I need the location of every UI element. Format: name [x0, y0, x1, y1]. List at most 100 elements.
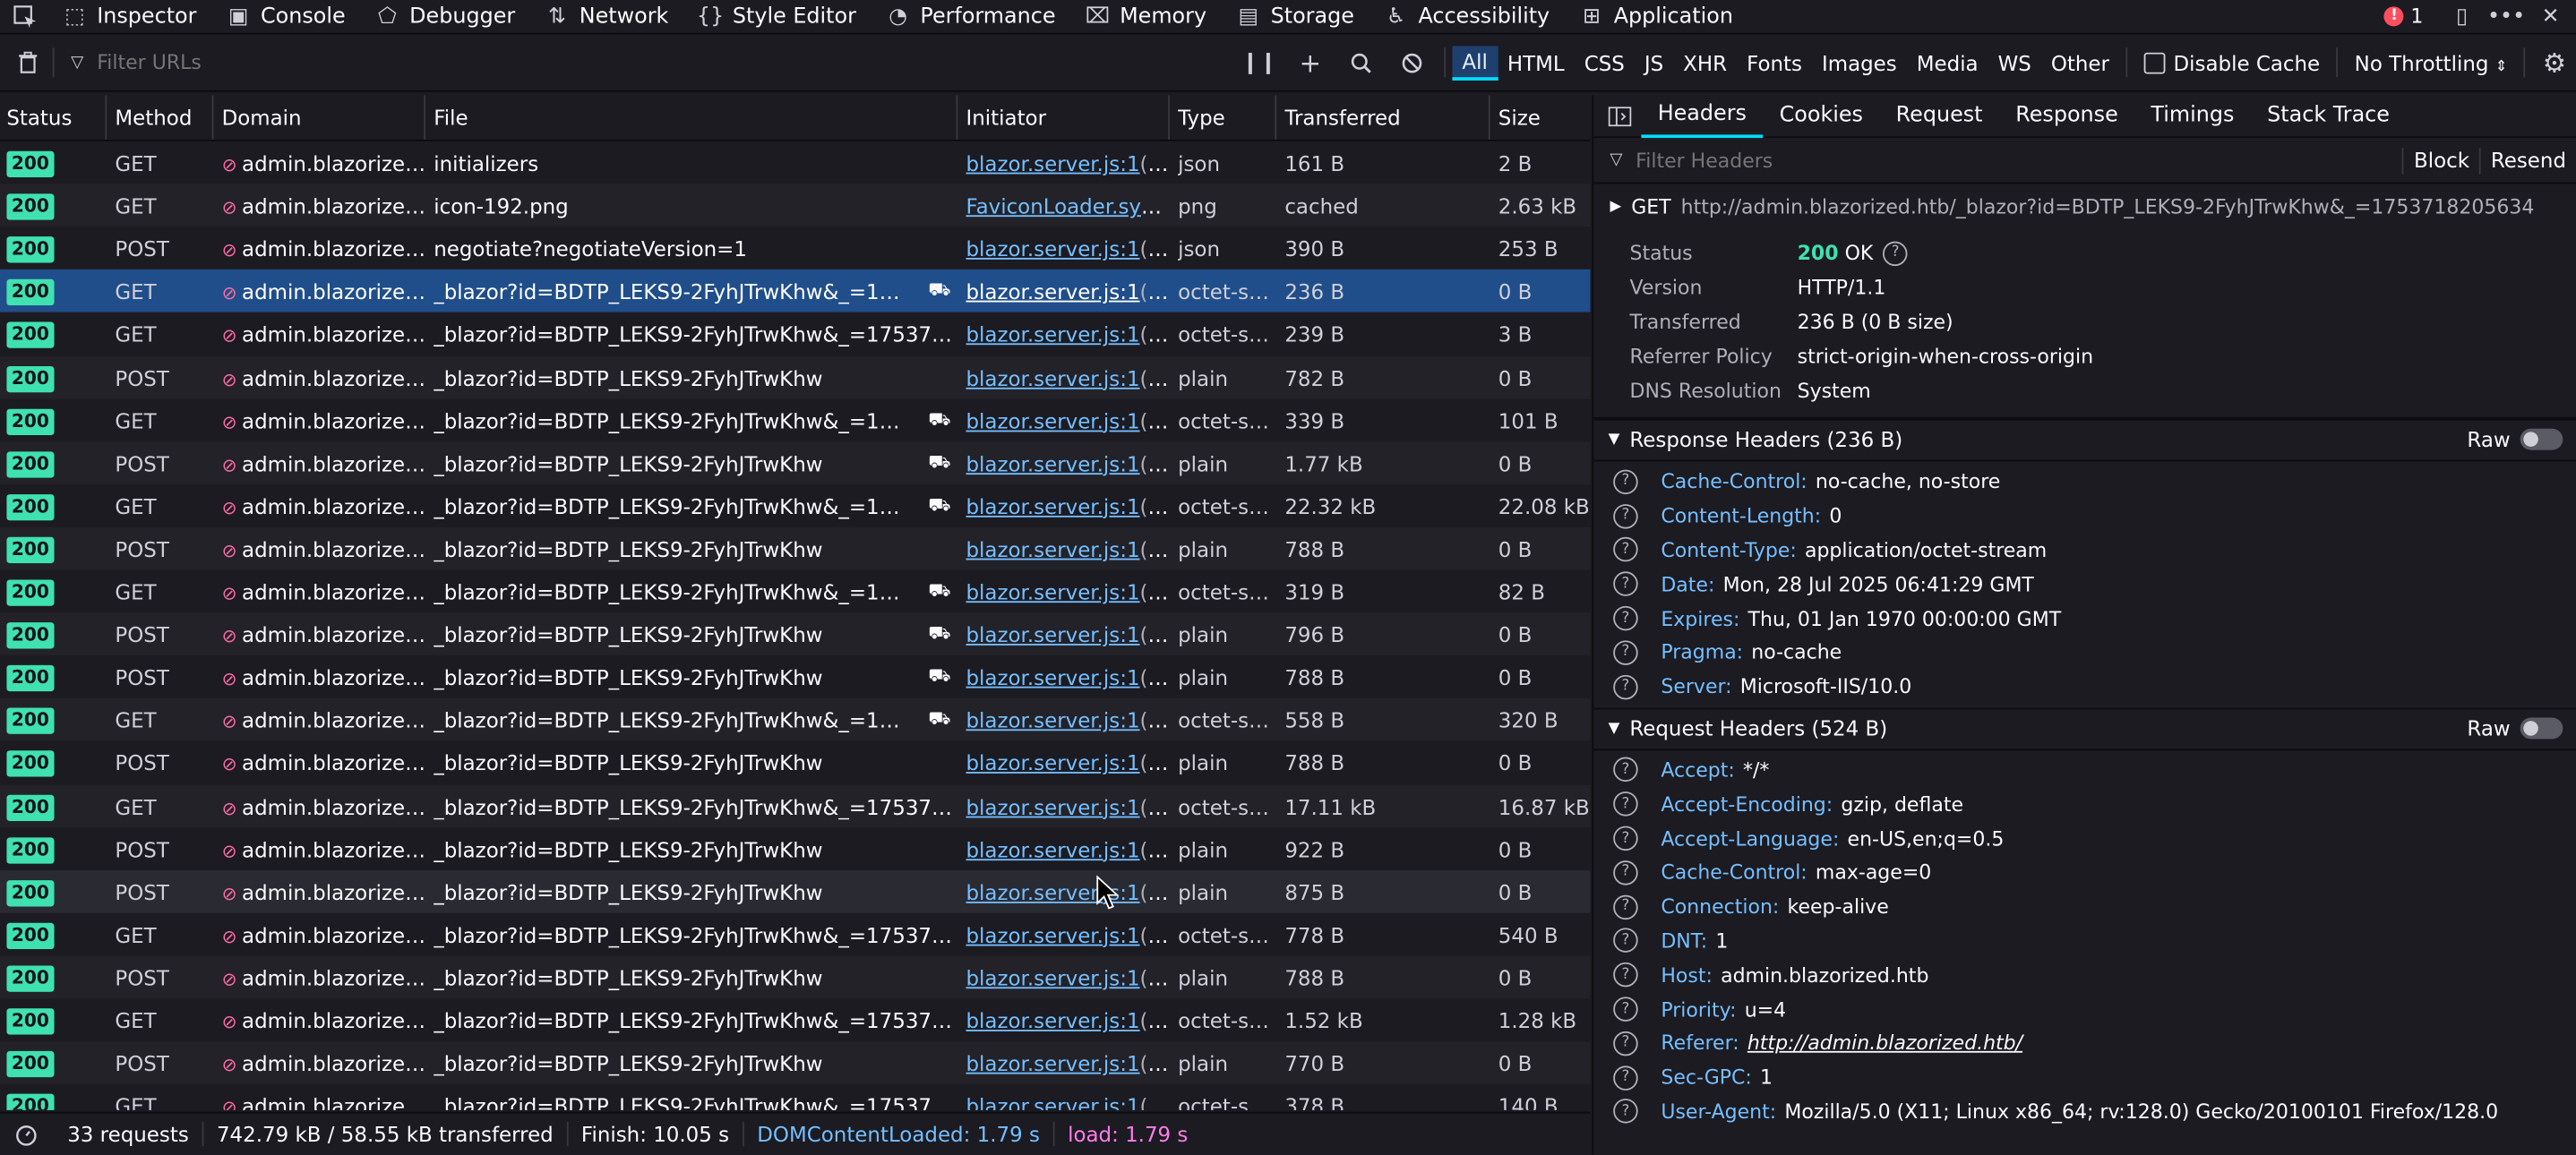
header-row[interactable]: ? Referer: http://admin.blazorized.htb/ [1613, 1026, 2576, 1060]
table-row[interactable]: 200 POST ⊘ admin.blazorize… _blazor?id=BDTP_… [0, 869, 1591, 913]
type-filter-media[interactable]: Media [1907, 47, 1988, 78]
tab-performance[interactable]: ◔ Performance [871, 0, 1070, 36]
detail-tab-request[interactable]: Request [1879, 95, 1999, 136]
header-row[interactable]: ? DNT: 1 [1613, 924, 2576, 958]
initiator-link[interactable]: blazor.server.js:1 [966, 236, 1140, 261]
add-request-icon[interactable]: + [1298, 47, 1323, 78]
tab-accessibility[interactable]: ♿ Accessibility [1369, 0, 1564, 36]
collapse-arrow-icon[interactable]: ▼ [1609, 432, 1620, 448]
initiator-link[interactable]: blazor.server.js:1 [966, 537, 1140, 562]
initiator-link[interactable]: blazor.server.js:1 [966, 837, 1140, 862]
header-row[interactable]: ? Accept: */* [1613, 753, 2576, 787]
type-filter-all[interactable]: All [1452, 45, 1498, 80]
expand-arrow-icon[interactable]: ▶ [1610, 199, 1622, 215]
type-filter-css[interactable]: CSS [1575, 47, 1635, 78]
tab-memory[interactable]: ⌧ Memory [1070, 0, 1222, 36]
filter-urls-input[interactable] [93, 49, 1234, 76]
search-icon[interactable] [1349, 50, 1374, 75]
table-row[interactable]: 200 POST ⊘ admin.blazorize… _blazor?id=BDTP_… [0, 526, 1591, 570]
help-icon[interactable]: ? [1613, 674, 1638, 699]
header-row[interactable]: ? Cache-Control: no-cache, no-store [1613, 465, 2576, 499]
gear-icon[interactable]: ⚙ [2542, 47, 2567, 78]
type-filter-fonts[interactable]: Fonts [1737, 47, 1812, 78]
column-header-initiator[interactable]: Initiator [966, 105, 1170, 130]
table-row[interactable]: 200 GET ⊘ admin.blazorize… _blazor?id=BDTP_L… [0, 569, 1590, 612]
detail-tab-timings[interactable]: Timings [2134, 95, 2251, 136]
initiator-link[interactable]: blazor.server.js:1 [966, 751, 1140, 776]
raw-toggle[interactable] [2520, 717, 2563, 740]
header-row[interactable]: ? User-Agent: Mozilla/5.0 (X11; Linux x86_… [1613, 1095, 2576, 1129]
type-filter-html[interactable]: HTML [1498, 47, 1575, 78]
table-row[interactable]: 200 GET ⊘ admin.blazorize… icon-192.png Favic… [0, 184, 1591, 227]
table-row[interactable]: 200 GET ⊘ admin.blazorize… _blazor?id=BDTP_L… [0, 398, 1590, 441]
header-row[interactable]: ? Cache-Control: max-age=0 [1613, 856, 2576, 890]
header-row[interactable]: ? Server: Microsoft-IIS/10.0 [1613, 670, 2576, 704]
disable-cache-checkbox[interactable] [2143, 51, 2166, 73]
column-divider[interactable] [1488, 95, 1490, 140]
header-row[interactable]: ? Expires: Thu, 01 Jan 1970 00:00:00 GMT [1613, 602, 2576, 636]
tab-console[interactable]: ▣ Console [211, 0, 360, 36]
initiator-link[interactable]: blazor.server.js:1 [966, 1051, 1140, 1076]
initiator-link[interactable]: blazor.server.js:1 [966, 365, 1140, 390]
initiator-link[interactable]: blazor.server.js:1 [966, 451, 1140, 476]
initiator-link[interactable]: blazor.server.js:1 [966, 1094, 1140, 1110]
help-icon[interactable]: ? [1613, 826, 1638, 851]
detail-tab-cookies[interactable]: Cookies [1763, 95, 1879, 136]
stopwatch-icon[interactable] [13, 1122, 39, 1147]
help-icon[interactable]: ? [1613, 997, 1638, 1022]
column-header-status[interactable]: Status [6, 105, 105, 130]
initiator-link[interactable]: blazor.server.js:1 [966, 708, 1140, 733]
response-headers-section-header[interactable]: ▼ Response Headers (236 B) Raw [1593, 418, 2576, 462]
table-row[interactable]: 200 POST ⊘ admin.blazorize… _blazor?id=BDTP_… [0, 355, 1591, 398]
header-row[interactable]: ? Sec-GPC: 1 [1613, 1060, 2576, 1094]
initiator-link[interactable]: blazor.server.js:1 [966, 279, 1140, 304]
disable-cache-label[interactable]: Disable Cache [2174, 50, 2321, 75]
help-icon[interactable]: ? [1613, 537, 1638, 563]
help-icon[interactable]: ? [1613, 503, 1638, 529]
tab-style-editor[interactable]: {} Style Editor [683, 0, 872, 36]
type-filter-images[interactable]: Images [1812, 47, 1907, 78]
detail-tab-headers[interactable]: Headers [1641, 95, 1764, 139]
column-header-type[interactable]: Type [1178, 105, 1276, 130]
tab-network[interactable]: ⇅ Network [530, 0, 683, 36]
help-icon[interactable]: ? [1613, 1065, 1638, 1091]
table-row[interactable]: 200 POST ⊘ admin.blazorize… _blazor?id=BDTP_… [0, 655, 1590, 698]
initiator-link[interactable]: blazor.server.js:1 [966, 922, 1140, 947]
tab-inspector[interactable]: ⬚ Inspector [47, 0, 211, 36]
initiator-link[interactable]: blazor.server.js:1 [966, 622, 1140, 647]
table-row[interactable]: 200 GET ⊘ admin.blazorize… _blazor?id=BDTP_L… [0, 1084, 1590, 1110]
table-row[interactable]: 200 POST ⊘ admin.blazorize… _blazor?id=BDTP_… [0, 612, 1591, 656]
table-row[interactable]: 200 GET ⊘ admin.blazorize… _blazor?id=BDTP_L… [0, 270, 1591, 313]
type-filter-xhr[interactable]: XHR [1673, 47, 1737, 78]
type-filter-ws[interactable]: WS [1988, 47, 2041, 78]
tab-debugger[interactable]: ⬠ Debugger [360, 0, 530, 36]
header-row[interactable]: ? Pragma: no-cache [1613, 636, 2576, 670]
table-row[interactable]: 200 GET ⊘ admin.blazorize… _blazor?id=BDTP_L… [0, 312, 1590, 355]
header-row[interactable]: ? Accept-Language: en-US,en;q=0.5 [1613, 821, 2576, 855]
help-icon[interactable]: ? [1613, 605, 1638, 631]
header-row[interactable]: ? Connection: keep-alive [1613, 890, 2576, 924]
request-line[interactable]: ▶ GET http://admin.blazorized.htb/_blazo… [1593, 184, 2576, 229]
tab-application[interactable]: ⊞ Application [1565, 0, 1748, 36]
help-icon[interactable]: ? [1613, 962, 1638, 988]
column-divider[interactable] [1275, 95, 1277, 140]
column-divider[interactable] [211, 95, 214, 140]
header-row[interactable]: ? Priority: u=4 [1613, 992, 2576, 1026]
table-row[interactable]: 200 POST ⊘ admin.blazorize… _blazor?id=BDTP_… [0, 1041, 1591, 1084]
header-row[interactable]: ? Host: admin.blazorized.htb [1613, 958, 2576, 992]
help-icon[interactable]: ? [1613, 571, 1638, 597]
help-icon[interactable]: ? [1613, 757, 1638, 783]
header-row[interactable]: ? Content-Length: 0 [1613, 499, 2576, 533]
raw-toggle[interactable] [2520, 429, 2563, 451]
table-row[interactable]: 200 GET ⊘ admin.blazorize… _blazor?id=BDTP_L… [0, 698, 1591, 741]
more-options-icon[interactable]: ••• [2487, 4, 2525, 30]
column-header-file[interactable]: File [434, 105, 956, 130]
column-header-domain[interactable]: Domain [222, 105, 425, 130]
trash-icon[interactable] [15, 50, 40, 75]
filter-headers-input[interactable] [1632, 147, 2403, 174]
pick-element-icon[interactable] [13, 4, 39, 30]
detail-tab-stack-trace[interactable]: Stack Trace [2251, 95, 2407, 136]
help-icon[interactable]: ? [1613, 894, 1638, 920]
dock-icon[interactable]: ▯ [2450, 4, 2475, 30]
initiator-link[interactable]: blazor.server.js:1 [966, 494, 1140, 519]
